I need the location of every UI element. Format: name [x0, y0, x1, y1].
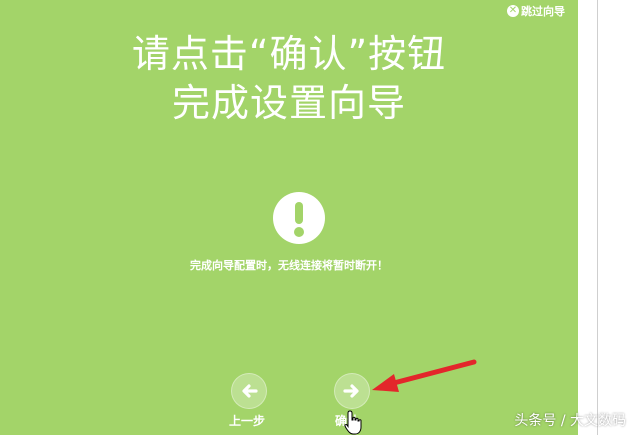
warning-message: 完成向导配置时，无线连接将暂时断开！	[190, 259, 388, 272]
wizard-panel: ✕ 跳过向导 请点击“确认”按钮 完成设置向导 完成向导配置时，无线连接将暂时断…	[0, 0, 578, 435]
annotation-arrow	[372, 359, 477, 392]
pointer-hand-icon	[344, 410, 362, 435]
previous-step-button[interactable]	[231, 373, 267, 409]
skip-wizard-button[interactable]: ✕ 跳过向导	[507, 3, 565, 19]
previous-step-label: 上一步	[229, 414, 266, 428]
wizard-title-line2: 完成设置向导	[171, 81, 406, 125]
arrow-left-icon	[242, 384, 258, 398]
arrow-right-icon	[343, 384, 359, 398]
watermark-text: 头条号 / 大文数码	[514, 413, 626, 429]
close-circle-icon: ✕	[507, 5, 519, 17]
skip-wizard-label: 跳过向导	[521, 5, 565, 18]
right-margin	[578, 0, 640, 435]
exclamation-icon	[273, 192, 325, 244]
wizard-title-line1: 请点击“确认”按钮	[131, 32, 447, 76]
confirm-button[interactable]	[334, 373, 370, 409]
